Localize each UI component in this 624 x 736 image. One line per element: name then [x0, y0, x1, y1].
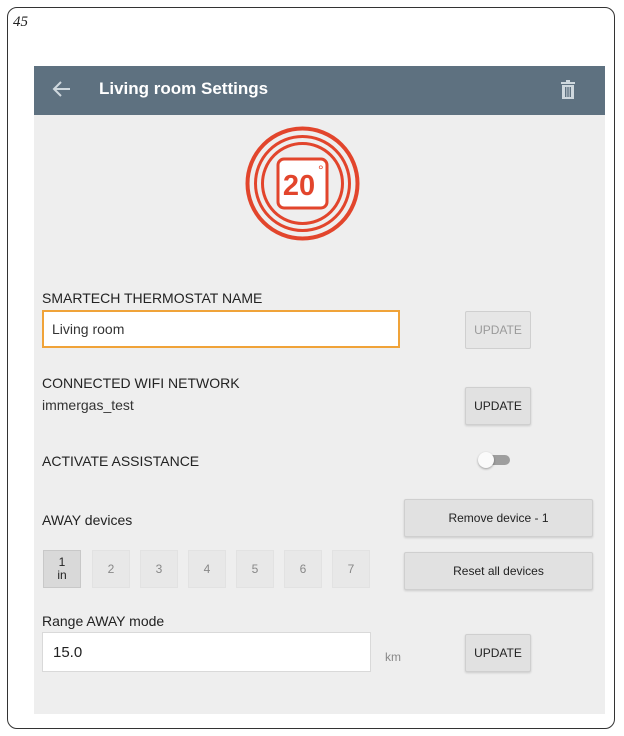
range-away-label: Range AWAY mode [42, 613, 165, 629]
away-device-2[interactable]: 2 [92, 550, 130, 588]
range-away-input[interactable] [42, 632, 371, 672]
trash-icon[interactable] [558, 79, 578, 101]
device-number: 4 [203, 562, 211, 576]
update-wifi-button[interactable]: UPDATE [465, 387, 531, 425]
update-name-button[interactable]: UPDATE [465, 311, 531, 349]
temperature-value: 20 [283, 170, 315, 202]
away-devices-label: AWAY devices [42, 512, 133, 528]
update-range-button[interactable]: UPDATE [465, 634, 531, 672]
away-device-1[interactable]: 1 in [43, 550, 81, 588]
settings-screen: Living room Settings 20 ° SMARTECH THERM… [34, 66, 605, 714]
remove-device-button[interactable]: Remove device - 1 [404, 499, 593, 537]
away-device-3[interactable]: 3 [140, 550, 178, 588]
device-number: 5 [251, 562, 259, 576]
away-device-7[interactable]: 7 [332, 550, 370, 588]
wifi-network-name: immergas_test [42, 397, 134, 413]
assistance-toggle[interactable] [478, 452, 512, 468]
thermostat-name-input[interactable] [42, 310, 400, 348]
device-number: 2 [107, 562, 115, 576]
device-in-label: in [57, 568, 67, 582]
away-device-6[interactable]: 6 [284, 550, 322, 588]
range-unit: km [385, 650, 401, 664]
temperature-unit: ° [318, 162, 324, 178]
thermostat-name-label: SMARTECH THERMOSTAT NAME [42, 290, 263, 306]
thermostat-dial: 20 ° [245, 126, 360, 241]
device-number: 6 [299, 562, 307, 576]
app-bar: Living room Settings [34, 66, 605, 115]
away-device-4[interactable]: 4 [188, 550, 226, 588]
away-device-5[interactable]: 5 [236, 550, 274, 588]
activate-assistance-label: ACTIVATE ASSISTANCE [42, 453, 200, 469]
device-number: 3 [155, 562, 163, 576]
toggle-knob [478, 452, 494, 468]
page-number: 45 [13, 14, 28, 30]
arrow-left-icon[interactable] [50, 77, 74, 101]
wifi-network-label: CONNECTED WIFI NETWORK [42, 375, 240, 391]
reset-all-devices-button[interactable]: Reset all devices [404, 552, 593, 590]
device-number: 7 [347, 562, 355, 576]
page-title: Living room Settings [99, 79, 269, 98]
